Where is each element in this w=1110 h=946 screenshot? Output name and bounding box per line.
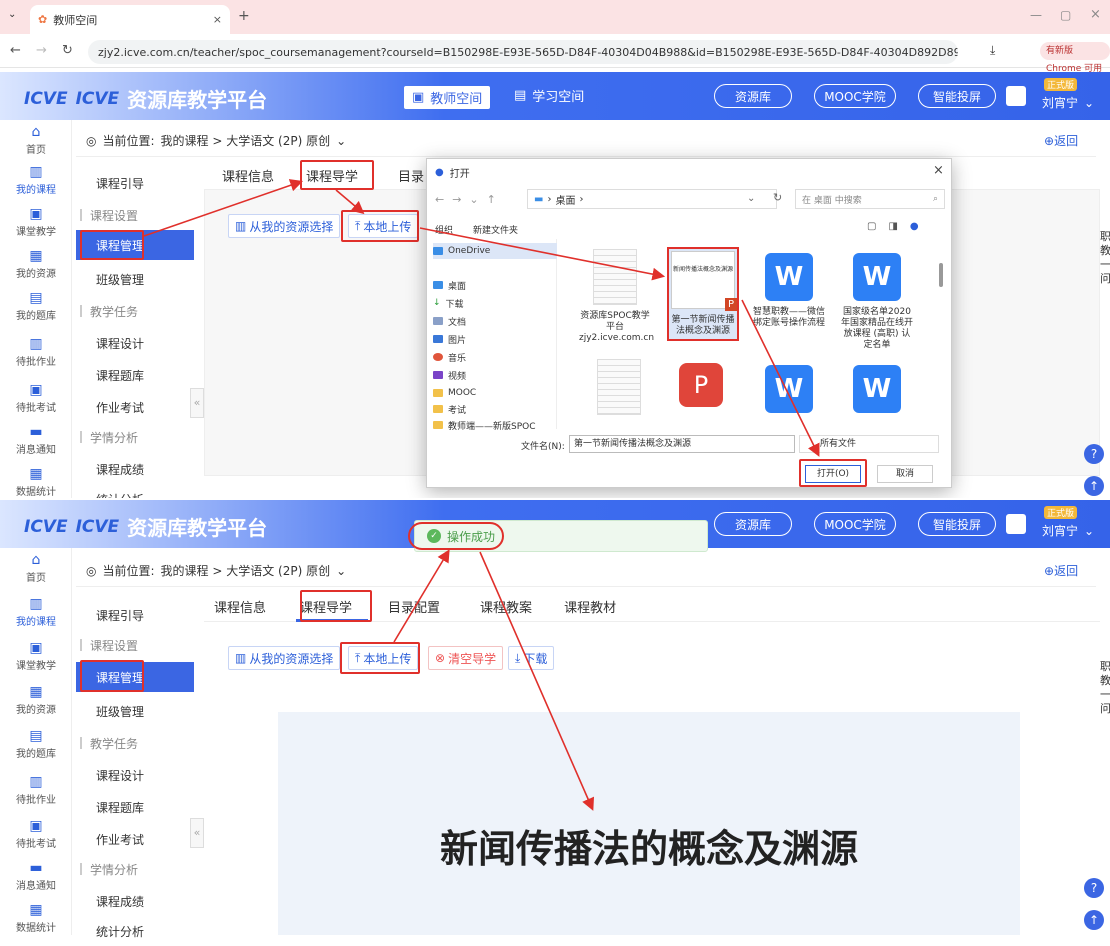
arrow <box>419 227 666 281</box>
arrow <box>143 179 304 237</box>
arrow <box>335 189 365 215</box>
annotation-arrows <box>143 179 820 811</box>
arrow <box>393 549 450 643</box>
arrow <box>479 551 595 811</box>
arrow <box>741 299 820 457</box>
